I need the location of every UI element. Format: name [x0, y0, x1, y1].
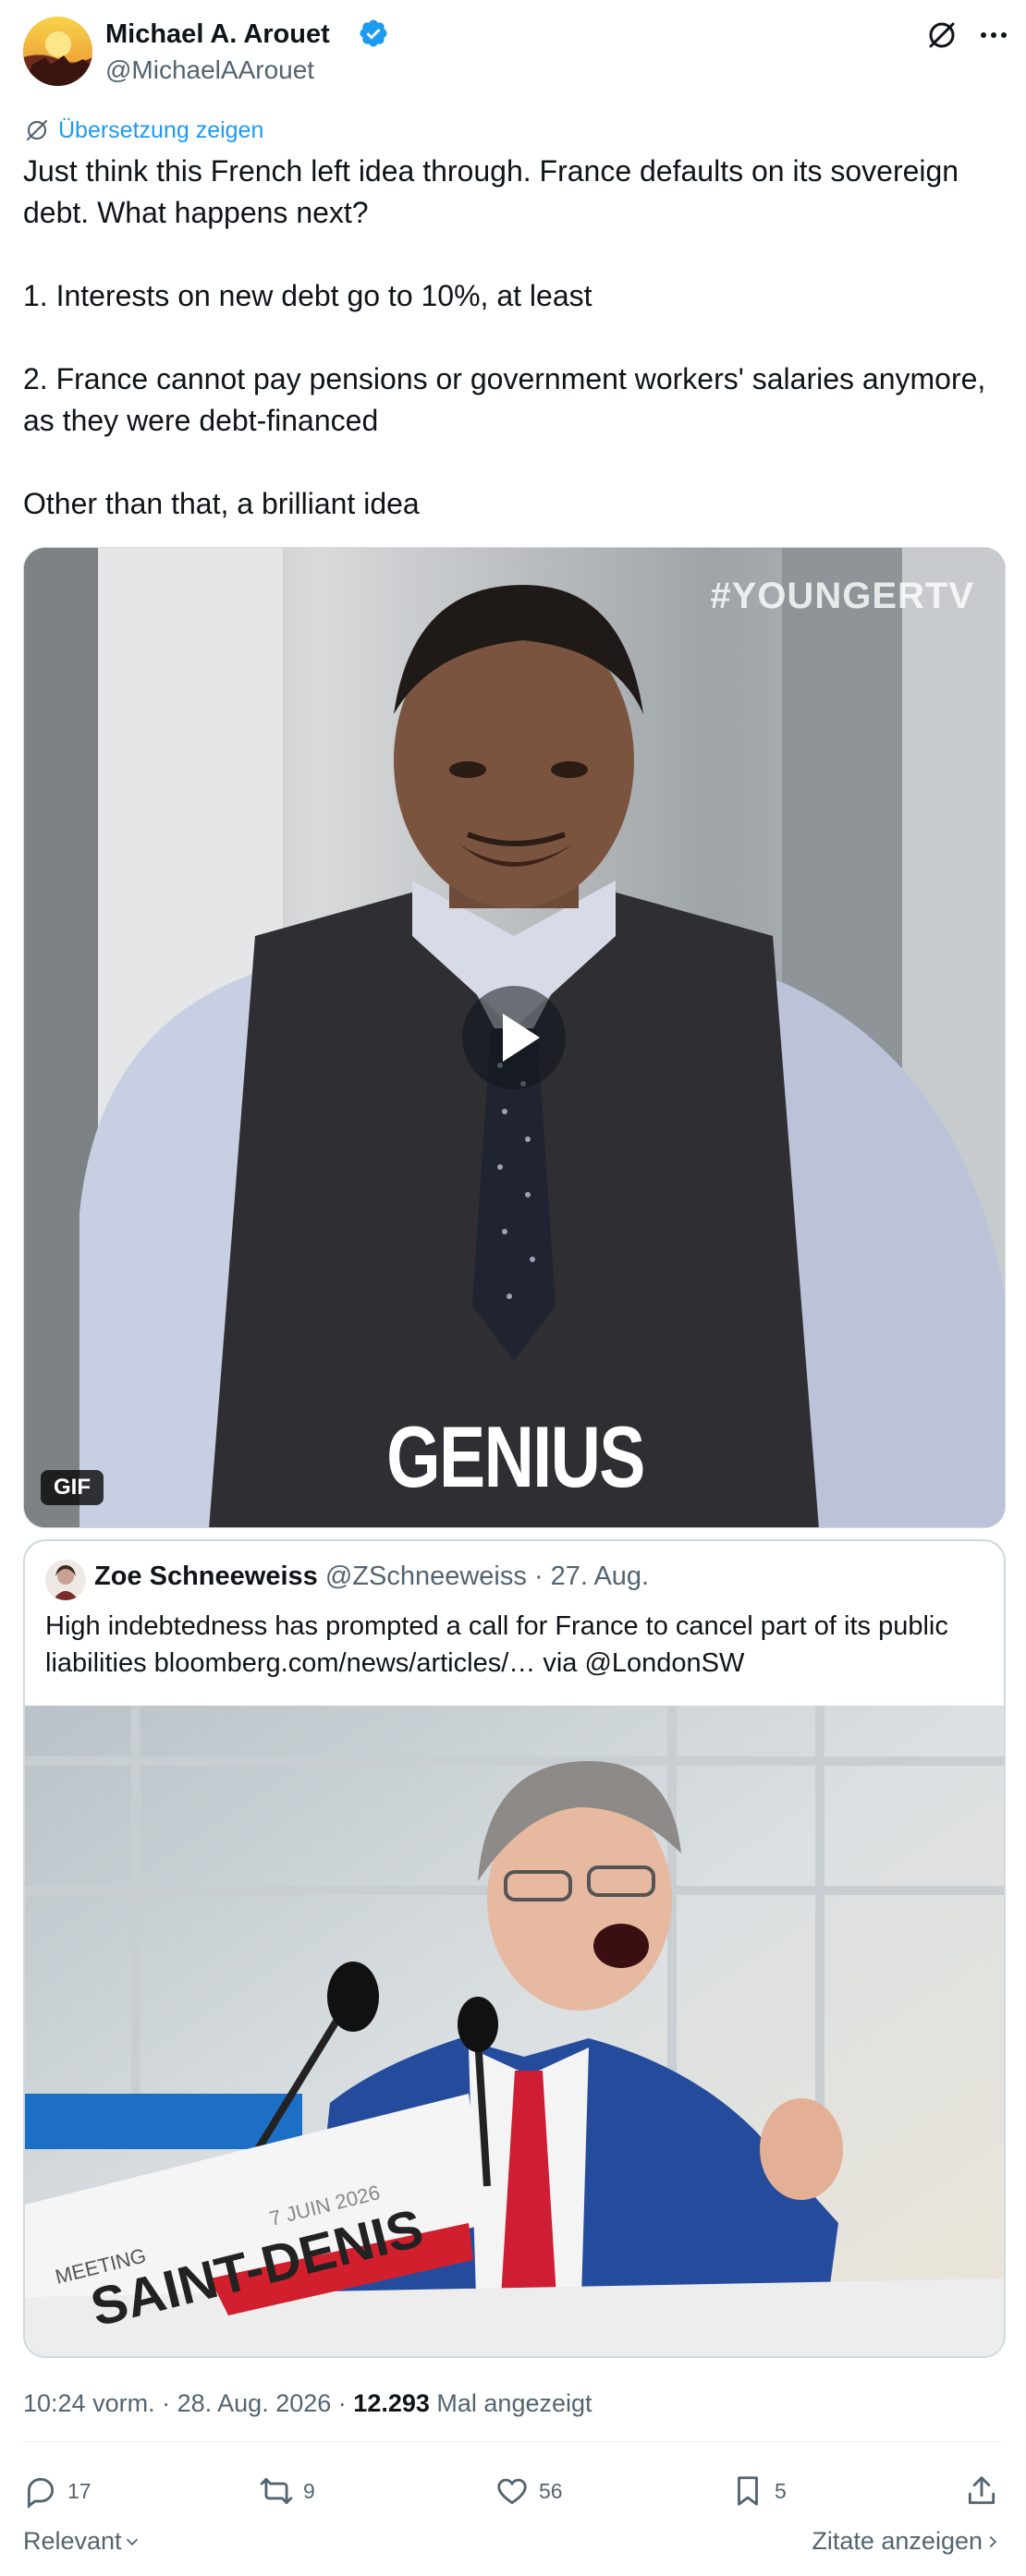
- like-button[interactable]: 56: [495, 2469, 563, 2513]
- tweet-line: 1. Interests on new debt go to 10%, at l…: [23, 279, 592, 312]
- view-quotes-link[interactable]: Zitate anzeigen: [812, 2527, 1003, 2556]
- author-name[interactable]: Michael A. Arouet: [105, 19, 330, 50]
- quoted-text-line: High indebtedness has prompted a call fo…: [45, 1611, 948, 1641]
- bookmark-button[interactable]: 5: [730, 2469, 787, 2513]
- translate-icon: [26, 119, 48, 141]
- gif-badge: GIF: [41, 1470, 104, 1505]
- translate-label: Übersetzung zeigen: [58, 116, 264, 143]
- reply-count: 17: [67, 2478, 92, 2503]
- divider: [23, 2441, 1003, 2442]
- heart-icon: [497, 2478, 527, 2505]
- author-avatar[interactable]: [23, 17, 92, 86]
- view-quotes-label: Zitate anzeigen: [812, 2527, 983, 2555]
- view-count: 12.293: [353, 2389, 430, 2417]
- quoted-date: 27. Aug.: [550, 1561, 650, 1591]
- tweet-line: Other than that, a brilliant idea: [23, 487, 420, 520]
- quoted-image[interactable]: MEETING SAINT-DENIS 7 JUIN 2026: [25, 1706, 1006, 2358]
- sort-label: Relevant: [23, 2527, 122, 2555]
- chevron-down-icon: [126, 2538, 138, 2546]
- quoted-author-avatar: [45, 1560, 86, 1600]
- reply-button[interactable]: 17: [23, 2469, 92, 2513]
- bookmark-count: 5: [775, 2478, 787, 2503]
- tweet-header: Michael A. Arouet @MichaelAArouet: [23, 17, 1007, 91]
- tweet-line: Just think this French left idea through…: [23, 154, 959, 188]
- quoted-author-line: Zoe Schneeweiss @ZSchneeweiss · 27. Aug.: [94, 1561, 649, 1592]
- verified-badge-icon: [360, 19, 387, 47]
- quoted-text-line: liabilities bloomberg.com/news/articles/…: [45, 1648, 745, 1678]
- repost-button[interactable]: 9: [259, 2469, 315, 2513]
- more-options-icon[interactable]: [975, 17, 1012, 54]
- chevron-right-icon: [989, 2535, 997, 2547]
- tweet-line: debt. What happens next?: [23, 196, 369, 229]
- gif-caption: GENIUS: [386, 1408, 645, 1505]
- action-bar: 17 9 56 5: [23, 2469, 1003, 2513]
- quoted-author-handle: @ZSchneeweiss: [324, 1561, 527, 1591]
- author-handle[interactable]: @MichaelAArouet: [105, 55, 314, 85]
- tweet-line: as they were debt-financed: [23, 404, 379, 437]
- quoted-text: High indebtedness has prompted a call fo…: [45, 1608, 988, 1682]
- share-button[interactable]: [964, 2469, 999, 2513]
- like-count: 56: [539, 2478, 563, 2503]
- gif-media[interactable]: #YOUNGERTV GENIUS GIF: [23, 547, 1006, 1528]
- tweet-line: 2. France cannot pay pensions or governm…: [23, 362, 986, 395]
- tweet-date[interactable]: 28. Aug. 2026: [177, 2389, 332, 2417]
- separator-dot: ·: [337, 2389, 347, 2417]
- gif-watermark: #YOUNGERTV: [710, 576, 974, 616]
- tweet-meta: 10:24 vorm. · 28. Aug. 2026 · 12.293 Mal…: [23, 2389, 592, 2418]
- reply-icon: [27, 2477, 55, 2509]
- repost-count: 9: [303, 2478, 315, 2503]
- sort-dropdown[interactable]: Relevant: [23, 2527, 142, 2556]
- show-translation-link[interactable]: Übersetzung zeigen: [23, 115, 263, 146]
- grok-icon[interactable]: [923, 17, 960, 54]
- replies-footer: Relevant Zitate anzeigen: [23, 2527, 1003, 2564]
- tweet-time[interactable]: 10:24 vorm.: [23, 2389, 155, 2417]
- separator-dot: ·: [162, 2389, 171, 2417]
- quoted-author-name: Zoe Schneeweiss: [94, 1561, 318, 1591]
- separator-dot: ·: [533, 1561, 544, 1591]
- views-label: Mal angezeigt: [436, 2389, 592, 2417]
- play-button-icon[interactable]: [462, 986, 566, 1089]
- repost-icon: [260, 2477, 293, 2505]
- quoted-tweet[interactable]: Zoe Schneeweiss @ZSchneeweiss · 27. Aug.…: [23, 1539, 1006, 2358]
- tweet-text: Just think this French left idea through…: [23, 151, 1012, 525]
- share-icon: [968, 2476, 995, 2505]
- bookmark-icon: [738, 2476, 758, 2506]
